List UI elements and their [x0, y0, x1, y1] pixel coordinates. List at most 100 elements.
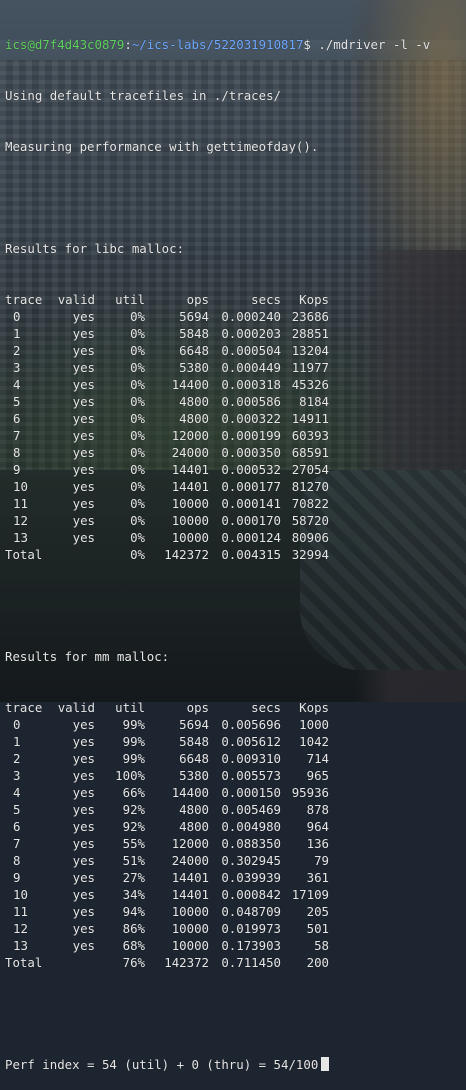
cell-kops: 1042: [299, 734, 329, 749]
cell-ops: 6648: [179, 751, 209, 766]
cell-kops: 58720: [291, 513, 329, 528]
cell-secs: 0.019973: [221, 921, 281, 936]
cell-secs: 0.000504: [221, 343, 281, 358]
cell-kops: 200: [306, 955, 329, 970]
terminal-output[interactable]: ics@d7f4d43c0879:~/ics-labs/522031910817…: [5, 2, 466, 1090]
cell-valid: yes: [72, 445, 95, 460]
cell-ops: 14401: [171, 479, 209, 494]
cell-valid: [45, 954, 95, 971]
cell-kops: 136: [306, 836, 329, 851]
cell-ops: 14401: [171, 870, 209, 885]
table-row: 4 yes 66% 14400 0.000150 95936: [5, 784, 466, 801]
table-row: 13 yes 68% 10000 0.173903 58: [5, 937, 466, 954]
cell-util: 66%: [122, 785, 145, 800]
cell-kops: 79: [314, 853, 329, 868]
cell-secs: 0.000150: [221, 785, 281, 800]
cell-kops: 17109: [291, 887, 329, 902]
table-row: 4 yes 0% 14400 0.000318 45326: [5, 376, 466, 393]
cell-util: 0%: [130, 479, 145, 494]
cell-secs: 0.302945: [221, 853, 281, 868]
table-row: 7 yes 55% 12000 0.088350 136: [5, 835, 466, 852]
cell-secs: 0.173903: [221, 938, 281, 953]
cell-valid: yes: [72, 870, 95, 885]
perf-index-text: Perf index = 54 (util) + 0 (thru) = 54/1…: [5, 1057, 319, 1072]
table-row: 6 yes 0% 4800 0.000322 14911: [5, 410, 466, 427]
cell-valid: yes: [72, 326, 95, 341]
cell-valid: yes: [72, 309, 95, 324]
cell-trace: 0: [13, 717, 21, 732]
cell-ops: ops: [186, 292, 209, 307]
cell-ops: 5380: [179, 768, 209, 783]
cell-valid: yes: [72, 921, 95, 936]
cell-util: 0%: [130, 462, 145, 477]
cell-trace: 7: [13, 836, 21, 851]
table-row: 5 yes 92% 4800 0.005469 878: [5, 801, 466, 818]
table-row: 9 yes 27% 14401 0.039939 361: [5, 869, 466, 886]
cell-kops: 23686: [291, 309, 329, 324]
cell-kops: 32994: [291, 547, 329, 562]
cell-valid: yes: [72, 513, 95, 528]
cell-valid: yes: [72, 394, 95, 409]
cell-kops: 27054: [291, 462, 329, 477]
cell-valid: yes: [72, 785, 95, 800]
cell-ops: 142372: [164, 955, 209, 970]
cell-ops: 142372: [164, 547, 209, 562]
cell-trace: 4: [13, 785, 21, 800]
intro-line: Measuring performance with gettimeofday(…: [5, 139, 319, 154]
cell-trace: 7: [13, 428, 21, 443]
cell-util: 0%: [130, 445, 145, 460]
cell-ops: 5848: [179, 326, 209, 341]
cell-valid: yes: [72, 768, 95, 783]
cell-util: 0%: [130, 428, 145, 443]
cell-trace: 11: [13, 904, 28, 919]
cell-ops: 14400: [171, 377, 209, 392]
cell-secs: secs: [251, 292, 281, 307]
table-row: 1 yes 0% 5848 0.000203 28851: [5, 325, 466, 342]
cell-secs: 0.000240: [221, 309, 281, 324]
cell-kops: Kops: [299, 292, 329, 307]
cell-util: 27%: [122, 870, 145, 885]
cell-trace: 0: [13, 309, 21, 324]
table-row: 11 yes 0% 10000 0.000141 70822: [5, 495, 466, 512]
cell-util: 100%: [115, 768, 145, 783]
cell-ops: 5848: [179, 734, 209, 749]
cell-valid: yes: [72, 428, 95, 443]
table-row: 5 yes 0% 4800 0.000586 8184: [5, 393, 466, 410]
cell-trace: 1: [13, 734, 21, 749]
cell-kops: 1000: [299, 717, 329, 732]
cell-kops: 964: [306, 819, 329, 834]
cell-util: 0%: [130, 343, 145, 358]
cell-kops: 14911: [291, 411, 329, 426]
cell-kops: 501: [306, 921, 329, 936]
cell-valid: yes: [72, 496, 95, 511]
cell-util: 0%: [130, 360, 145, 375]
table-row: 8 yes 0% 24000 0.000350 68591: [5, 444, 466, 461]
cell-trace: trace: [5, 292, 43, 307]
cell-valid: yes: [72, 938, 95, 953]
cell-util: 99%: [122, 717, 145, 732]
cell-trace: 12: [13, 921, 28, 936]
perf-index-line: Perf index = 54 (util) + 0 (thru) = 54/1…: [5, 1056, 466, 1073]
cell-util: 34%: [122, 887, 145, 902]
cell-util: 94%: [122, 904, 145, 919]
table-row: 3 yes 100% 5380 0.005573 965: [5, 767, 466, 784]
cell-util: 0%: [130, 513, 145, 528]
cell-ops: 4800: [179, 394, 209, 409]
cell-valid: yes: [72, 819, 95, 834]
cell-trace: 12: [13, 513, 28, 528]
cell-trace: 9: [13, 870, 21, 885]
table-total-row: Total 0% 142372 0.004315 32994: [5, 546, 466, 563]
cell-util: 51%: [122, 853, 145, 868]
cell-kops: 361: [306, 870, 329, 885]
cell-secs: 0.088350: [221, 836, 281, 851]
table-row: 11 yes 94% 10000 0.048709 205: [5, 903, 466, 920]
table-row: 12 yes 86% 10000 0.019973 501: [5, 920, 466, 937]
cell-ops: 12000: [171, 836, 209, 851]
cell-secs: 0.000842: [221, 887, 281, 902]
cell-ops: 5380: [179, 360, 209, 375]
table-row: 8 yes 51% 24000 0.302945 79: [5, 852, 466, 869]
cell-trace: 9: [13, 462, 21, 477]
cell-secs: 0.711450: [221, 955, 281, 970]
cell-valid: [45, 546, 95, 563]
cell-util: 0%: [130, 411, 145, 426]
